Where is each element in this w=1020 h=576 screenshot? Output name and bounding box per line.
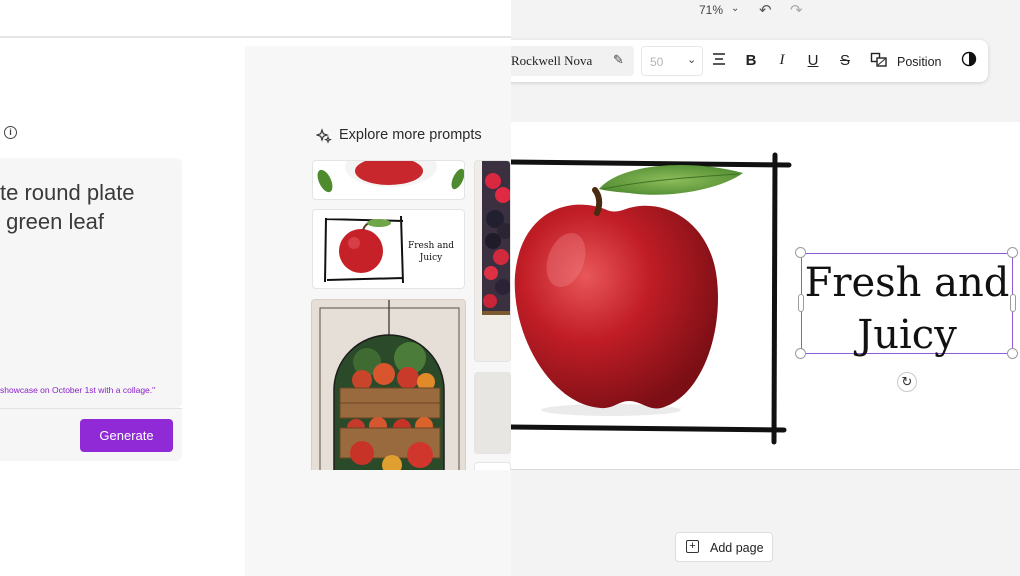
canvas-headline-text[interactable]: Fresh and Juicy [801,257,1013,361]
chevron-down-icon[interactable]: ⌄ [731,3,739,14]
designer-prompt-pane: i te round plate green leaf showcase on … [0,0,511,576]
apple-crates-image [319,300,460,473]
add-page-button[interactable]: + Add page [675,532,773,562]
redo-icon[interactable]: ↷ [790,1,803,19]
prompt-thumbnail-fresh-juicy[interactable]: Fresh and Juicy [312,209,465,289]
font-size-value[interactable]: 50 [650,55,663,69]
resize-handle-right[interactable] [1010,294,1016,312]
resize-handle-top-right[interactable] [1007,247,1018,258]
rotate-icon[interactable]: ↻ [897,372,917,392]
prompt-suggestion-text[interactable]: showcase on October 1st with a collage." [0,385,182,395]
prompt-thumbnail-apple-plate[interactable] [312,160,465,200]
prompt-input-text[interactable]: te round plate green leaf [0,178,182,236]
contrast-icon[interactable] [960,51,978,71]
prompt-thumbnail-berries[interactable] [474,160,511,362]
font-family-name[interactable]: Rockwell Nova [511,53,592,69]
text-format-toolbar: Rockwell Nova ✎ 50 ⌄ B I U S Position [511,40,988,82]
bold-icon[interactable]: B [742,52,760,69]
add-page-icon: + [686,540,699,553]
sparkle-icon [316,128,332,144]
info-icon[interactable]: i [4,126,17,139]
strikethrough-icon[interactable]: S [836,52,854,69]
apple-plate-image [317,161,464,193]
position-label[interactable]: Position [897,55,941,69]
explore-scroll-mask [245,470,511,576]
underline-icon[interactable]: U [804,52,822,69]
red-apple-image[interactable] [511,165,751,420]
chevron-down-icon[interactable]: ⌄ [687,53,696,66]
left-top-bar [0,0,511,38]
berries-image [482,161,510,315]
prompt-thumbnail-5[interactable] [474,372,511,454]
design-editor-pane: 71% ⌄ ↶ ↷ Rockwell Nova ✎ 50 ⌄ B I U S P… [511,0,1020,576]
resize-handle-left[interactable] [798,294,804,312]
zoom-level[interactable]: 71% [699,3,723,17]
resize-handle-bottom-right[interactable] [1007,348,1018,359]
resize-handle-top-left[interactable] [795,247,806,258]
align-center-icon[interactable] [710,52,728,70]
position-icon[interactable] [870,52,888,72]
explore-more-prompts-title[interactable]: Explore more prompts [339,127,482,143]
pencil-icon[interactable]: ✎ [613,52,624,68]
undo-icon[interactable]: ↶ [759,1,772,19]
thumbnail-headline: Fresh and Juicy [407,241,455,263]
italic-icon[interactable]: I [773,52,791,69]
generate-button[interactable]: Generate [80,419,173,452]
add-page-label: Add page [710,541,764,555]
resize-handle-bottom-left[interactable] [795,348,806,359]
prompt-thumbnail-apple-crates[interactable] [311,299,466,474]
